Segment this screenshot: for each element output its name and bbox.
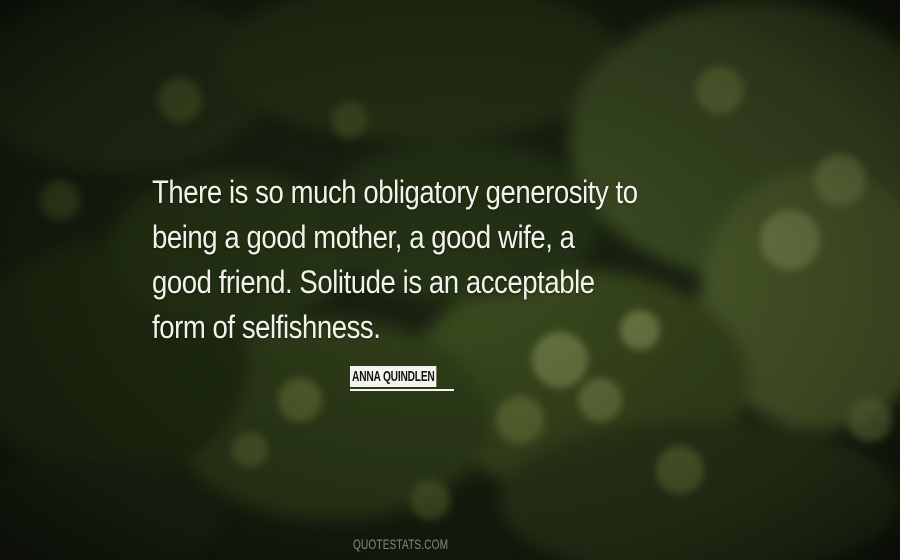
quote-line: being a good mother, a good wife, a	[152, 219, 575, 255]
quote-text: There is so much obligatory generosity t…	[152, 170, 685, 350]
author-name: ANNA QUINDLEN	[350, 366, 437, 387]
site-watermark: QUOTESTATS.COM	[353, 536, 449, 552]
quote-line: good friend. Solitude is an acceptable	[152, 264, 595, 300]
quote-line: form of selfishness.	[152, 309, 381, 345]
quote-line: There is so much obligatory generosity t…	[152, 174, 638, 210]
author-underline	[350, 389, 454, 391]
